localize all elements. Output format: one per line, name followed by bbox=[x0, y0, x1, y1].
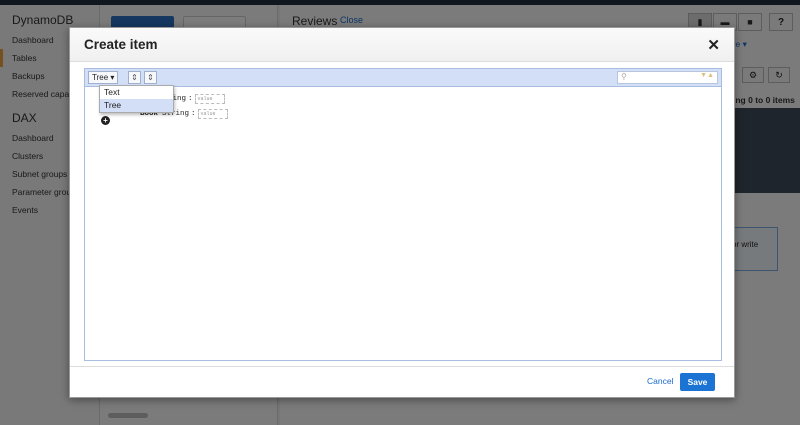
add-field-icon[interactable]: + bbox=[101, 116, 110, 125]
mode-option-text[interactable]: Text bbox=[100, 86, 173, 99]
mode-option-tree[interactable]: Tree bbox=[100, 99, 173, 112]
create-item-dialog: Create item ✕ Tree ▾ ⇕ ⇕ ⚲ ▼▲ ring : val… bbox=[69, 27, 735, 398]
json-editor: Tree ▾ ⇕ ⇕ ⚲ ▼▲ ring : value Book String… bbox=[84, 68, 722, 361]
search-nav-arrows-icon[interactable]: ▼▲ bbox=[700, 72, 714, 79]
dialog-title: Create item bbox=[84, 37, 158, 52]
collapse-all-icon[interactable]: ⇕ bbox=[144, 71, 157, 84]
save-button[interactable]: Save bbox=[680, 373, 715, 391]
field-separator: : bbox=[191, 110, 196, 118]
close-icon[interactable]: ✕ bbox=[707, 36, 720, 54]
field-value-input[interactable]: value bbox=[194, 94, 225, 104]
mode-select-button[interactable]: Tree ▾ bbox=[88, 71, 119, 84]
search-input[interactable]: ⚲ ▼▲ bbox=[617, 71, 718, 84]
dialog-footer-divider bbox=[70, 366, 734, 367]
mode-dropdown-menu: Text Tree bbox=[99, 85, 174, 113]
search-icon: ⚲ bbox=[621, 72, 627, 81]
field-value-input[interactable]: value bbox=[197, 109, 228, 119]
field-separator: : bbox=[188, 95, 193, 103]
cancel-button[interactable]: Cancel bbox=[647, 376, 673, 386]
editor-toolbar: Tree ▾ ⇕ ⇕ ⚲ ▼▲ bbox=[85, 69, 721, 87]
dialog-header: Create item ✕ bbox=[70, 28, 734, 62]
tree-row: ring : value bbox=[168, 93, 225, 105]
expand-all-icon[interactable]: ⇕ bbox=[128, 71, 141, 84]
